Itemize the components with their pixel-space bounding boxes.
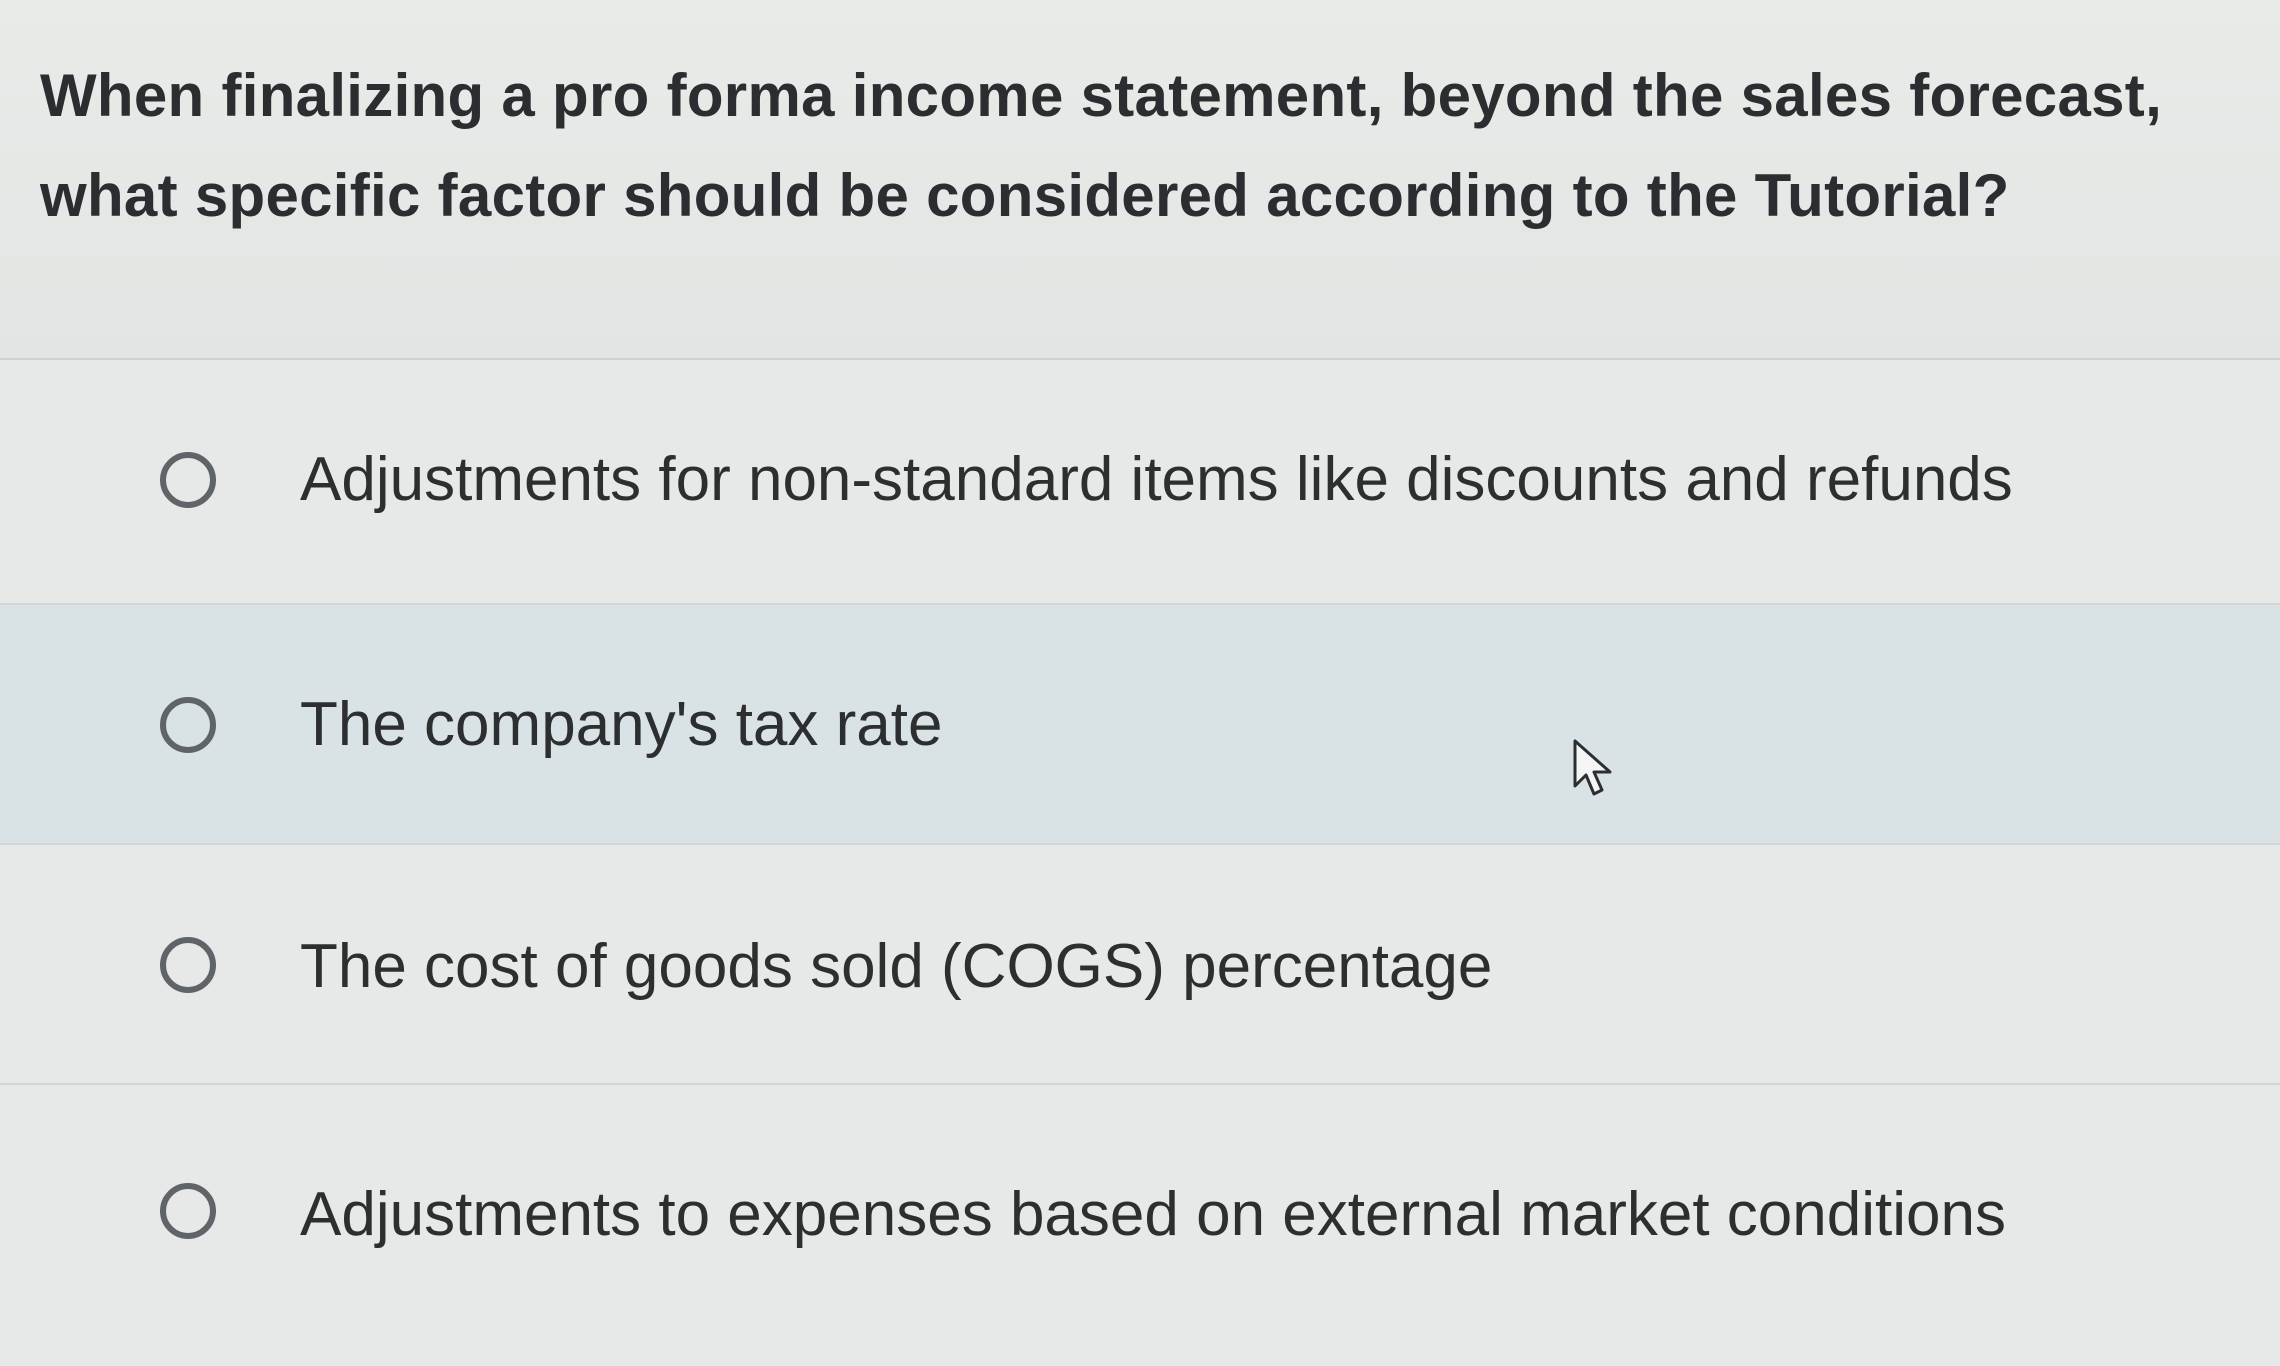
answer-option-label: Adjustments for non-standard items like … (300, 445, 2013, 514)
answer-option-3[interactable]: The cost of goods sold (COGS) percentage (0, 845, 2280, 1085)
answer-option-label: Adjustments to expenses based on externa… (300, 1180, 2006, 1249)
mouse-pointer-icon (1573, 739, 1612, 796)
radio-button-icon[interactable] (160, 452, 216, 508)
radio-button-icon[interactable] (160, 697, 216, 753)
radio-button-icon[interactable] (160, 1183, 216, 1239)
answer-option-1[interactable]: Adjustments for non-standard items like … (0, 360, 2280, 605)
radio-button-icon[interactable] (160, 937, 216, 993)
answer-option-4[interactable]: Adjustments to expenses based on externa… (0, 1085, 2280, 1366)
answer-options: Adjustments for non-standard items like … (0, 360, 2280, 1366)
answer-option-label: The cost of goods sold (COGS) percentage (300, 932, 1493, 1001)
answer-option-2[interactable]: The company's tax rate (0, 605, 2280, 845)
question-header: When finalizing a pro forma income state… (0, 0, 2280, 360)
question-text: When finalizing a pro forma income state… (40, 62, 2163, 229)
answer-option-label: The company's tax rate (300, 690, 943, 759)
